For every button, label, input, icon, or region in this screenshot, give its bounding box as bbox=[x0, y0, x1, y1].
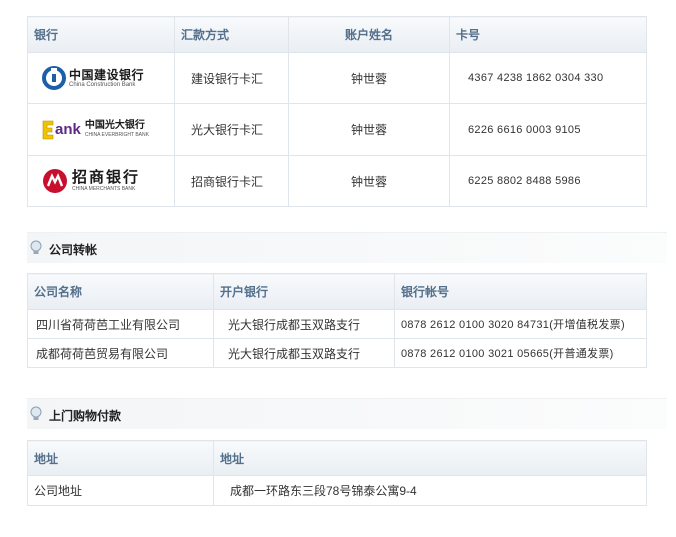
ccb-logo-icon bbox=[42, 66, 66, 90]
cmb-logo: 招商银行 CHINA MERCHANTS BANK bbox=[28, 156, 174, 206]
visit-payment-section-header: 上门购物付款 bbox=[27, 398, 667, 429]
lightbulb-icon bbox=[30, 240, 42, 254]
col-opening-bank: 开户银行 bbox=[213, 273, 395, 310]
opening-bank-cell: 光大银行成都玉双路支行 bbox=[213, 338, 395, 368]
method-cell: 招商银行卡汇 bbox=[174, 155, 289, 207]
table-row: 成都荷荷芭贸易有限公司 光大银行成都玉双路支行 0878 2612 0100 3… bbox=[27, 338, 647, 368]
address-table: 地址 地址 公司地址 成都一环路东三段78号锦泰公寓9-4 bbox=[27, 440, 647, 506]
company-name-cell: 四川省荷荷芭工业有限公司 bbox=[27, 309, 214, 339]
company-transfer-table: 公司名称 开户银行 银行帐号 四川省荷荷芭工业有限公司 光大银行成都玉双路支行 … bbox=[27, 273, 647, 368]
cmb-logo-subtext: CHINA MERCHANTS BANK bbox=[72, 186, 136, 192]
col-address-label: 地址 bbox=[27, 440, 214, 476]
table-row: 公司地址 成都一环路东三段78号锦泰公寓9-4 bbox=[27, 475, 647, 506]
table-row: 四川省荷荷芭工业有限公司 光大银行成都玉双路支行 0878 2612 0100 … bbox=[27, 309, 647, 339]
col-holder: 账户姓名 bbox=[288, 16, 450, 53]
ccb-logo: 中国建设银行 China Construction Bank bbox=[28, 53, 174, 103]
company-name-cell: 成都荷荷芭贸易有限公司 bbox=[27, 338, 214, 368]
ccb-logo-subtext: China Construction Bank bbox=[69, 81, 136, 88]
account-cell: 0878 2612 0100 3020 84731(开增值税发票) bbox=[394, 309, 647, 339]
col-method: 汇款方式 bbox=[174, 16, 289, 53]
address-label-cell: 公司地址 bbox=[27, 475, 214, 506]
table-row: 中国建设银行 China Construction Bank 建设银行卡汇 钟世… bbox=[27, 52, 647, 104]
col-bank: 银行 bbox=[27, 16, 175, 53]
cmb-logo-text: 招商银行 bbox=[72, 169, 141, 186]
table-row: 招商银行 CHINA MERCHANTS BANK 招商银行卡汇 钟世蓉 622… bbox=[27, 155, 647, 207]
visit-payment-title: 上门购物付款 bbox=[49, 409, 122, 423]
company-transfer-title: 公司转帐 bbox=[49, 243, 98, 257]
lightbulb-icon bbox=[30, 406, 42, 420]
ceb-logo: ank 中国光大银行 CHINA EVERBRIGHT BANK bbox=[28, 105, 174, 155]
ceb-logo-text: 中国光大银行 bbox=[84, 120, 145, 131]
card-cell: 6226 6616 0003 9105 bbox=[449, 103, 647, 156]
holder-cell: 钟世蓉 bbox=[288, 52, 450, 104]
ceb-logo-bank-word: ank bbox=[55, 121, 81, 138]
address-cell: 成都一环路东三段78号锦泰公寓9-4 bbox=[213, 475, 647, 506]
opening-bank-cell: 光大银行成都玉双路支行 bbox=[213, 309, 395, 339]
ceb-e-icon bbox=[42, 120, 54, 139]
card-cell: 4367 4238 1862 0304 330 bbox=[449, 52, 647, 104]
table-row: ank 中国光大银行 CHINA EVERBRIGHT BANK 光大银行卡汇 … bbox=[27, 103, 647, 156]
col-address: 地址 bbox=[213, 440, 647, 476]
method-cell: 光大银行卡汇 bbox=[174, 103, 289, 156]
col-bank-account: 银行帐号 bbox=[394, 273, 647, 310]
holder-cell: 钟世蓉 bbox=[288, 155, 450, 207]
col-card: 卡号 bbox=[449, 16, 647, 53]
method-cell: 建设银行卡汇 bbox=[174, 52, 289, 104]
account-cell: 0878 2612 0100 3021 05665(开普通发票) bbox=[394, 338, 647, 368]
company-transfer-section-header: 公司转帐 bbox=[27, 232, 667, 263]
ccb-logo-text: 中国建设银行 bbox=[69, 67, 145, 82]
cmb-logo-icon bbox=[43, 169, 67, 193]
col-company-name: 公司名称 bbox=[27, 273, 214, 310]
card-cell: 6225 8802 8488 5986 bbox=[449, 155, 647, 207]
ceb-logo-subtext: CHINA EVERBRIGHT BANK bbox=[84, 132, 149, 138]
bank-table: 银行 汇款方式 账户姓名 卡号 中国建设银行 China Constructio… bbox=[27, 16, 647, 207]
holder-cell: 钟世蓉 bbox=[288, 103, 450, 156]
